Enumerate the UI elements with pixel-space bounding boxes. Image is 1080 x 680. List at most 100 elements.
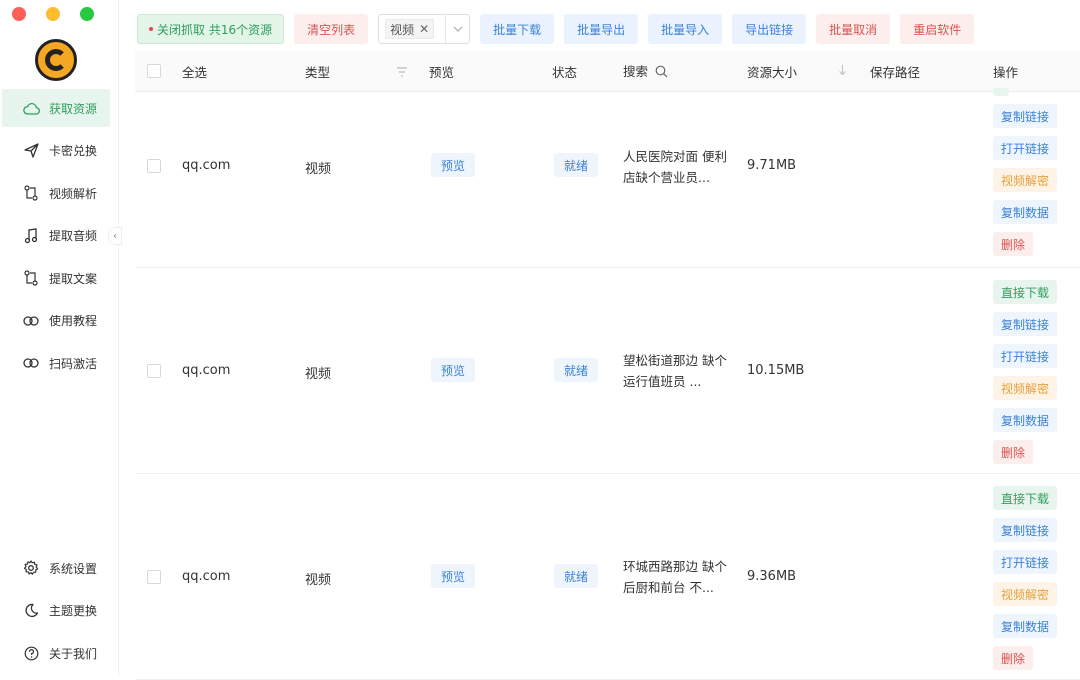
sidebar-item-get-resources[interactable]: 获取资源 [2, 89, 110, 127]
header-actions: 操作 [993, 64, 1019, 80]
search-icon[interactable] [655, 65, 668, 81]
maximize-window-button[interactable] [80, 7, 94, 21]
sidebar-item-label: 关于我们 [49, 646, 98, 661]
batch-import-button[interactable]: 批量导入 [648, 14, 723, 44]
batch-download-button[interactable]: 批量下载 [480, 14, 555, 44]
sidebar-item-label: 使用教程 [49, 314, 98, 328]
decrypt-video-button[interactable]: 视频解密 [993, 168, 1058, 192]
direct-download-button[interactable] [993, 88, 1009, 96]
open-link-button[interactable]: 打开链接 [993, 550, 1058, 574]
sort-icon[interactable] [838, 64, 847, 79]
close-window-button[interactable] [12, 7, 26, 21]
direct-download-button[interactable]: 直接下载 [993, 280, 1058, 304]
sidebar-item-tutorial[interactable]: 使用教程 [0, 302, 119, 340]
sidebar-item-card-redeem[interactable]: 卡密兑换 [0, 132, 119, 170]
open-link-button[interactable]: 打开链接 [993, 136, 1058, 160]
header-save-path: 保存路径 [870, 64, 921, 80]
open-link-button[interactable]: 打开链接 [993, 344, 1058, 368]
delete-button[interactable]: 删除 [993, 232, 1034, 256]
sidebar-item-label: 卡密兑换 [49, 144, 98, 158]
sidebar-item-extract-audio[interactable]: 提取音频 [0, 217, 119, 255]
row-description: 人民医院对面 便利店缺个营业员... [623, 149, 727, 185]
sidebar-item-settings[interactable]: 系统设置 [0, 549, 119, 587]
collapse-sidebar-button[interactable]: ‹ [108, 227, 122, 245]
sidebar-item-scan-activate[interactable]: 扫码激活 [0, 344, 119, 382]
row-checkbox[interactable] [147, 159, 161, 173]
help-icon [22, 644, 40, 662]
sidebar-nav: 获取资源 卡密兑换 视频解析 提取音频 提取文案 使用教程 扫码激活 [0, 89, 119, 387]
delete-button[interactable]: 删除 [993, 440, 1034, 464]
sidebar-item-label: 获取资源 [49, 101, 98, 116]
table-row: qq.com 视频 预览 就绪 望松街道那边 缺个运行值班员 ... 10.15… [135, 268, 1080, 474]
copy-link-button[interactable]: 复制链接 [993, 312, 1058, 336]
toolbar: 关闭抓取 共16个资源 清空列表 视频 ✕ 批量下载 批量导出 批量导入 导出链… [137, 14, 975, 44]
row-description: 环城西路那边 缺个后厨和前台 不... [623, 559, 727, 595]
copy-link-button[interactable]: 复制链接 [993, 104, 1058, 128]
preview-button[interactable]: 预览 [431, 358, 476, 382]
capture-toggle-button[interactable]: 关闭抓取 共16个资源 [137, 14, 285, 44]
header-select-all: 全选 [182, 64, 208, 80]
sidebar: 获取资源 卡密兑换 视频解析 提取音频 提取文案 使用教程 扫码激活 系统设置 … [0, 0, 122, 677]
export-links-button[interactable]: 导出链接 [732, 14, 807, 44]
type-filter-select[interactable]: 视频 ✕ [378, 14, 471, 44]
moon-icon [22, 602, 40, 620]
minimize-window-button[interactable] [46, 7, 60, 21]
row-domain: qq.com [182, 569, 231, 584]
capture-status-label: 关闭抓取 共16个资源 [157, 22, 273, 37]
status-badge: 就绪 [554, 153, 599, 177]
row-actions: 直接下载 复制链接 打开链接 视频解密 复制数据 删除 [993, 280, 1058, 464]
sidebar-item-extract-text[interactable]: 提取文案 [0, 259, 119, 297]
sidebar-item-theme[interactable]: 主题更换 [0, 592, 119, 630]
copy-data-button[interactable]: 复制数据 [993, 408, 1058, 432]
sidebar-item-label: 扫码激活 [49, 356, 98, 371]
row-type: 视频 [305, 162, 332, 177]
row-checkbox[interactable] [147, 570, 161, 584]
decrypt-video-button[interactable]: 视频解密 [993, 582, 1058, 606]
sidebar-item-label: 系统设置 [49, 561, 98, 576]
preview-button[interactable]: 预览 [431, 153, 476, 177]
status-dot-icon [149, 27, 153, 31]
cloud-icon [22, 99, 40, 117]
copy-link-button[interactable]: 复制链接 [993, 518, 1058, 542]
header-size[interactable]: 资源大小 [747, 62, 797, 81]
header-search[interactable]: 搜索 [623, 61, 668, 81]
row-type: 视频 [305, 367, 332, 382]
row-checkbox[interactable] [147, 364, 161, 378]
swap-icon [22, 269, 40, 287]
batch-cancel-button[interactable]: 批量取消 [816, 14, 891, 44]
sidebar-item-label: 视频解析 [49, 186, 98, 201]
row-actions: 复制链接 打开链接 视频解密 复制数据 删除 [993, 88, 1058, 256]
decrypt-video-button[interactable]: 视频解密 [993, 376, 1058, 400]
preview-button[interactable]: 预览 [431, 564, 476, 588]
gear-icon [22, 559, 40, 577]
music-icon [22, 227, 40, 245]
sidebar-item-label: 提取文案 [49, 271, 98, 286]
sidebar-item-video-parse[interactable]: 视频解析 [0, 174, 119, 212]
row-type: 视频 [305, 573, 332, 588]
batch-export-button[interactable]: 批量导出 [564, 14, 639, 44]
sidebar-item-about[interactable]: 关于我们 [0, 634, 119, 672]
send-icon [22, 142, 40, 160]
row-domain: qq.com [182, 158, 231, 173]
resource-table: 全选 类型 预览 状态 搜索 资源大小 保存路径 操作 qq.com 视频 预览… [135, 51, 1080, 680]
copy-data-button[interactable]: 复制数据 [993, 614, 1058, 638]
table-row: qq.com 视频 预览 就绪 人民医院对面 便利店缺个营业员... 9.71M… [135, 88, 1080, 268]
direct-download-button[interactable]: 直接下载 [993, 486, 1058, 510]
link-icon [22, 312, 40, 330]
filter-tag-label: 视频 [390, 22, 415, 37]
sidebar-bottom-nav: 系统设置 主题更换 关于我们 [0, 549, 119, 677]
filter-icon[interactable] [396, 65, 408, 80]
clear-list-button[interactable]: 清空列表 [294, 14, 369, 44]
row-size: 9.36MB [747, 569, 797, 584]
row-size: 10.15MB [747, 363, 805, 378]
close-icon[interactable]: ✕ [419, 22, 429, 36]
select-all-checkbox[interactable] [147, 64, 161, 78]
row-size: 9.71MB [747, 158, 797, 173]
header-status: 状态 [552, 64, 578, 80]
table-row: qq.com 视频 预览 就绪 环城西路那边 缺个后厨和前台 不... 9.36… [135, 474, 1080, 680]
delete-button[interactable]: 删除 [993, 646, 1034, 670]
copy-data-button[interactable]: 复制数据 [993, 200, 1058, 224]
restart-app-button[interactable]: 重启软件 [900, 14, 975, 44]
table-header: 全选 类型 预览 状态 搜索 资源大小 保存路径 操作 [135, 51, 1080, 92]
filter-tag: 视频 ✕ [385, 19, 435, 39]
